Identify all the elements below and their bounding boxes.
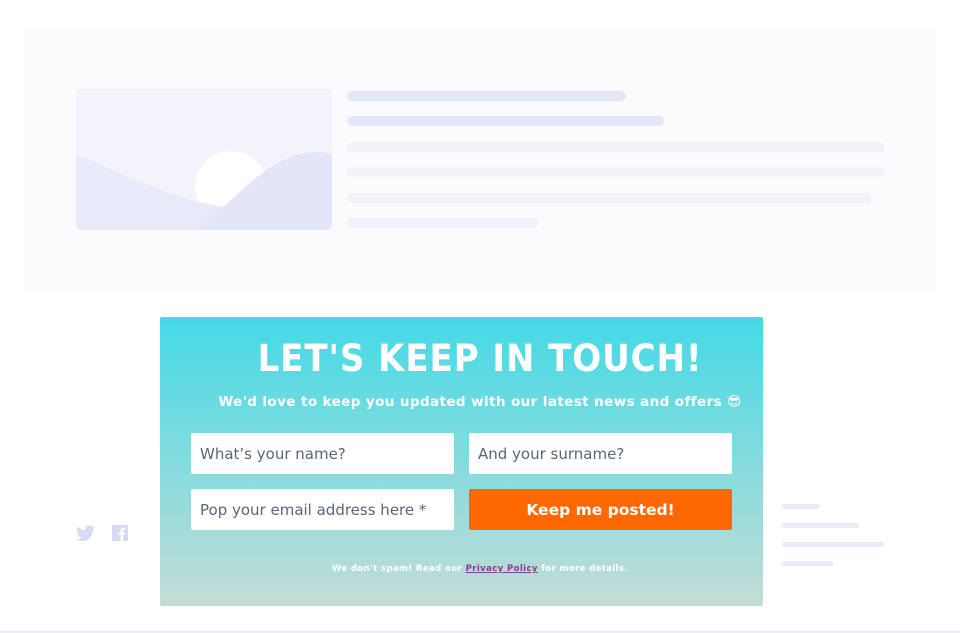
- privacy-policy-link[interactable]: Privacy Policy: [466, 564, 538, 574]
- newsletter-title: LET'S KEEP IN TOUCH!: [257, 337, 703, 380]
- skeleton-heading-line: [347, 91, 626, 101]
- skeleton-text-line: [347, 193, 871, 203]
- disclaimer-suffix: for more details.: [541, 564, 629, 574]
- twitter-icon[interactable]: [76, 525, 95, 546]
- skeleton-text-line: [347, 142, 884, 152]
- email-input[interactable]: [191, 489, 454, 530]
- sunglasses-emoji-icon: 😎: [727, 394, 742, 410]
- footer-skeleton-line: [782, 504, 820, 509]
- footer-skeleton-line: [782, 542, 884, 547]
- first-name-input[interactable]: [191, 433, 454, 474]
- newsletter-subtitle-text: We'd love to keep you updated with our l…: [218, 394, 723, 410]
- footer-skeleton-line: [782, 523, 859, 528]
- skeleton-image-placeholder: [76, 89, 332, 230]
- disclaimer-prefix: We don't spam! Read our: [331, 564, 463, 574]
- skeleton-text-line: [347, 167, 884, 177]
- newsletter-subtitle: We'd love to keep you updated with our l…: [0, 394, 960, 410]
- skeleton-heading-line: [347, 116, 664, 126]
- skeleton-text-line: [347, 218, 539, 228]
- spam-disclaimer: We don't spam! Read our Privacy Policy f…: [0, 564, 960, 574]
- facebook-icon[interactable]: [112, 525, 128, 545]
- keep-me-posted-button[interactable]: Keep me posted!: [469, 489, 732, 530]
- surname-input[interactable]: [469, 433, 732, 474]
